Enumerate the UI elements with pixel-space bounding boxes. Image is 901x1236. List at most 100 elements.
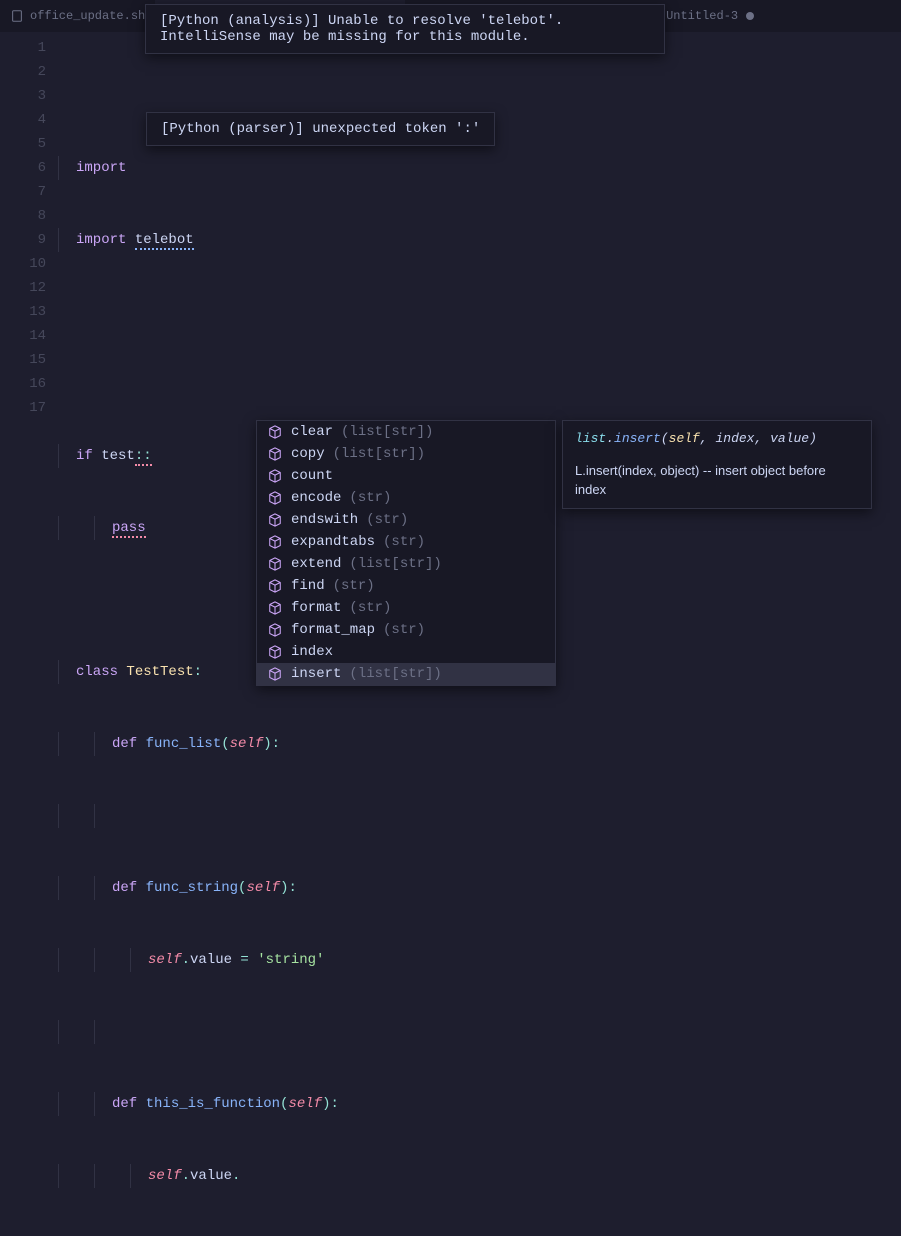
tab-label: office_update.sh (30, 9, 145, 23)
method-icon (267, 446, 283, 462)
autocomplete-label: clear (291, 424, 333, 440)
code-line[interactable]: import telebot (58, 228, 901, 252)
autocomplete-label: endswith (291, 512, 358, 528)
autocomplete-hint: (str) (349, 600, 391, 616)
autocomplete-label: expandtabs (291, 534, 375, 550)
autocomplete-hint: (list[str]) (333, 446, 425, 462)
keyword: def (112, 1096, 137, 1112)
line-number: 16 (0, 372, 46, 396)
method-icon (267, 600, 283, 616)
line-number: 2 (0, 60, 46, 84)
documentation-popup: list.insert(self, index, value) L.insert… (562, 420, 872, 509)
code-line[interactable] (58, 1020, 901, 1044)
method-icon (267, 534, 283, 550)
autocomplete-item[interactable]: encode (str) (257, 487, 555, 509)
autocomplete-label: copy (291, 446, 325, 462)
string-literal: 'string' (257, 952, 324, 968)
autocomplete-label: format_map (291, 622, 375, 638)
autocomplete-item[interactable]: clear (list[str]) (257, 421, 555, 443)
punct: . (182, 1168, 190, 1184)
punct: = (232, 952, 257, 968)
tab-office-update[interactable]: office_update.sh (0, 0, 155, 32)
doc-param: self (669, 431, 700, 446)
param-self: self (246, 880, 280, 896)
line-number: 15 (0, 348, 46, 372)
code-line[interactable]: self.value = 'string' (58, 948, 901, 972)
attribute: value (190, 1168, 232, 1184)
code-line[interactable] (58, 84, 901, 108)
line-number: 14 (0, 324, 46, 348)
keyword: import (76, 232, 126, 248)
identifier: test (101, 448, 135, 464)
autocomplete-item[interactable]: index (257, 641, 555, 663)
keyword: def (112, 736, 137, 752)
module-name: telebot (135, 232, 194, 250)
punct: ): (280, 880, 297, 896)
method-icon (267, 666, 283, 682)
code-line[interactable] (58, 804, 901, 828)
autocomplete-hint: (str) (349, 490, 391, 506)
code-line[interactable]: def func_string(self): (58, 876, 901, 900)
line-number: 5 (0, 132, 46, 156)
gutter: 1 2 3 4 5 6 7 8 9 10 12 13 14 15 16 17 (0, 32, 58, 711)
autocomplete-label: index (291, 644, 333, 660)
function-name: func_list (146, 736, 222, 752)
diagnostic-tooltip-parser: [Python (parser)] unexpected token ':' (146, 112, 495, 146)
method-icon (267, 512, 283, 528)
file-icon (10, 9, 24, 23)
code-line[interactable]: def this_is_function(self): (58, 1092, 901, 1116)
line-number: 13 (0, 300, 46, 324)
line-number: 10 (0, 252, 46, 276)
code-line[interactable] (58, 372, 901, 396)
close-icon[interactable] (744, 10, 756, 22)
autocomplete-popup[interactable]: clear (list[str])copy (list[str])counten… (256, 420, 556, 686)
keyword: def (112, 880, 137, 896)
method-icon (267, 644, 283, 660)
keyword: if (76, 448, 93, 464)
method-icon (267, 424, 283, 440)
autocomplete-item[interactable]: expandtabs (str) (257, 531, 555, 553)
function-name: func_string (146, 880, 238, 896)
autocomplete-hint: (str) (383, 622, 425, 638)
autocomplete-item[interactable]: find (str) (257, 575, 555, 597)
punct: . (182, 952, 190, 968)
autocomplete-item[interactable]: format (str) (257, 597, 555, 619)
line-number: 12 (0, 276, 46, 300)
method-icon (267, 556, 283, 572)
autocomplete-label: format (291, 600, 341, 616)
method-icon (267, 622, 283, 638)
autocomplete-item[interactable]: copy (list[str]) (257, 443, 555, 465)
line-number: 1 (0, 36, 46, 60)
line-number: 8 (0, 204, 46, 228)
editor[interactable]: 1 2 3 4 5 6 7 8 9 10 12 13 14 15 16 17 i… (0, 32, 901, 711)
tooltip-text: [Python (analysis)] Unable to resolve 't… (160, 13, 563, 45)
line-number: 9 (0, 228, 46, 252)
code-line[interactable] (58, 300, 901, 324)
keyword: import (76, 160, 126, 176)
autocomplete-item[interactable]: insert (list[str]) (257, 663, 555, 685)
autocomplete-label: find (291, 578, 325, 594)
method-icon (267, 490, 283, 506)
autocomplete-hint: (list[str]) (341, 424, 433, 440)
class-name: TestTest (126, 664, 193, 680)
doc-fn: insert (614, 431, 661, 446)
code-line[interactable]: import (58, 156, 901, 180)
punct: ): (322, 1096, 339, 1112)
keyword: pass (112, 520, 146, 538)
line-number: 7 (0, 180, 46, 204)
code-line[interactable]: self.value. (58, 1164, 901, 1188)
autocomplete-label: insert (291, 666, 341, 682)
punct: : (194, 664, 202, 680)
autocomplete-item[interactable]: endswith (str) (257, 509, 555, 531)
attribute: value (190, 952, 232, 968)
autocomplete-item[interactable]: extend (list[str]) (257, 553, 555, 575)
punct: . (232, 1168, 240, 1184)
line-number: 4 (0, 108, 46, 132)
autocomplete-label: count (291, 468, 333, 484)
method-icon (267, 468, 283, 484)
autocomplete-item[interactable]: format_map (str) (257, 619, 555, 641)
tab-label: Untitled-3 (666, 9, 738, 23)
autocomplete-item[interactable]: count (257, 465, 555, 487)
line-number: 6 (0, 156, 46, 180)
code-line[interactable]: def func_list(self): (58, 732, 901, 756)
